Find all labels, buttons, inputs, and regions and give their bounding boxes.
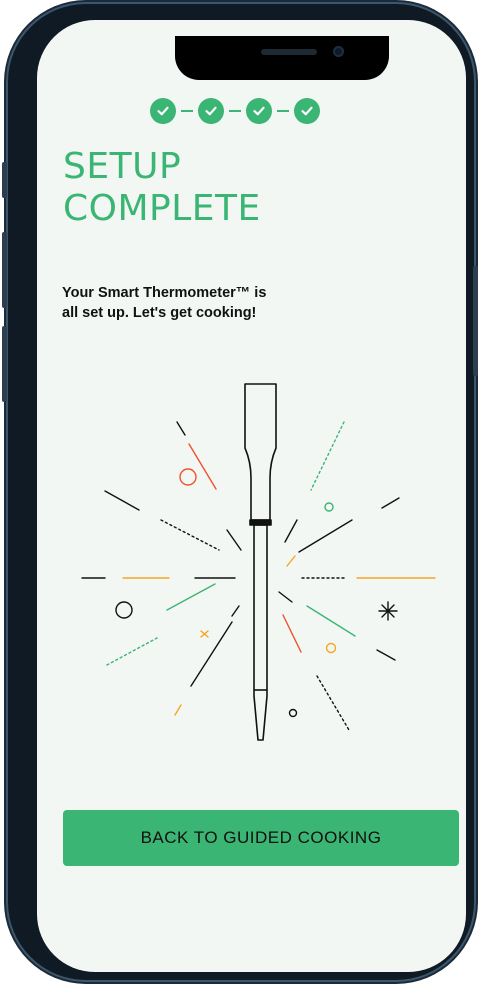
step-1-check-icon xyxy=(150,98,176,124)
asterisk-sparkle-icon xyxy=(378,601,398,621)
thermometer-probe-icon xyxy=(244,383,277,741)
step-2-check-icon xyxy=(198,98,224,124)
burst-lines xyxy=(81,421,436,731)
progress-connector xyxy=(181,110,193,112)
progress-connector xyxy=(229,110,241,112)
page-title: SETUP COMPLETE xyxy=(63,146,261,230)
message-line-1: Your Smart Thermometer™ is xyxy=(62,285,267,301)
volume-down-button xyxy=(2,326,7,402)
back-to-guided-cooking-button[interactable]: BACK TO GUIDED COOKING xyxy=(63,810,459,866)
burst-shapes xyxy=(115,468,398,718)
page-title-line-1: SETUP xyxy=(63,146,182,187)
speaker-grille xyxy=(261,49,317,55)
confirmation-message: Your Smart Thermometer™ is all set up. L… xyxy=(62,283,362,323)
step-4-check-icon xyxy=(294,98,320,124)
message-line-2: all set up. Let's get cooking! xyxy=(62,305,257,321)
progress-connector xyxy=(277,110,289,112)
front-camera xyxy=(333,46,344,57)
app-screen: SETUP COMPLETE Your Smart Thermometer™ i… xyxy=(37,20,466,972)
setup-progress xyxy=(150,98,320,124)
volume-up-button xyxy=(2,232,7,308)
page-title-line-2: COMPLETE xyxy=(63,188,261,229)
step-3-check-icon xyxy=(246,98,272,124)
thermometer-burst-illustration xyxy=(81,383,436,741)
phone-frame: SETUP COMPLETE Your Smart Thermometer™ i… xyxy=(2,4,478,980)
plus-sparkle-icon xyxy=(200,630,209,638)
mute-switch xyxy=(2,162,7,198)
power-button xyxy=(473,266,478,376)
notch xyxy=(175,36,389,80)
